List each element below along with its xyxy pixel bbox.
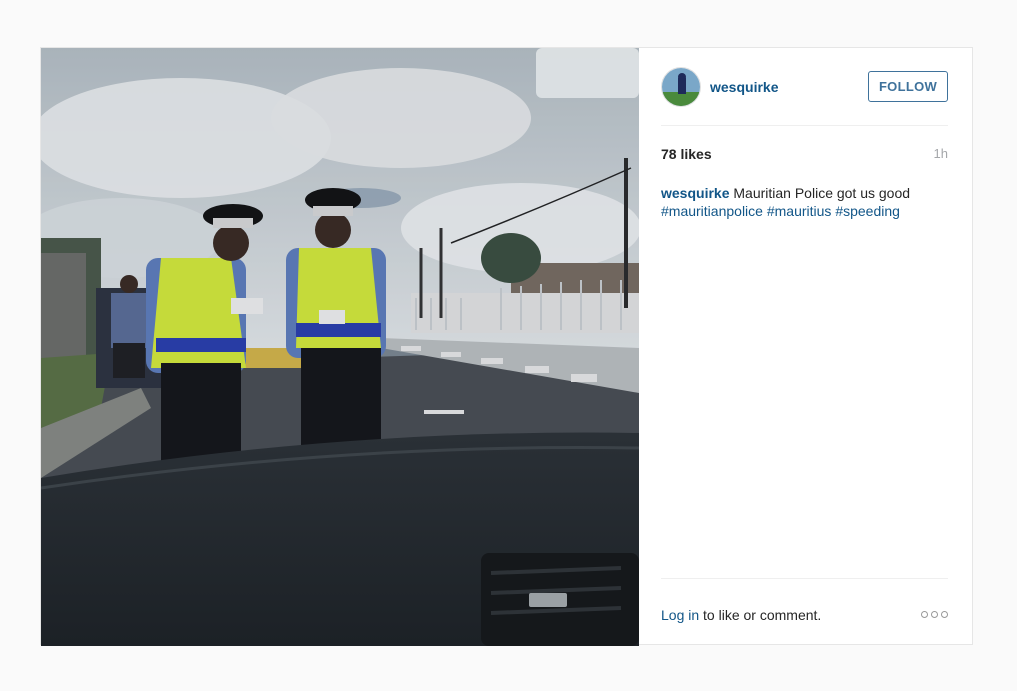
avatar-image-icon: [662, 67, 700, 106]
avatar[interactable]: [661, 66, 701, 107]
login-prompt: Log in to like or comment.: [661, 605, 921, 623]
login-prompt-text: to like or comment.: [699, 607, 822, 623]
caption-text: Mauritian Police got us good: [733, 185, 911, 201]
post-header: wesquirke FOLLOW: [661, 48, 948, 126]
hashtag-link[interactable]: #mauritianpolice: [661, 203, 763, 219]
likes-count[interactable]: 78 likes: [661, 146, 712, 162]
caption-username-link[interactable]: wesquirke: [661, 185, 729, 201]
post-sidebar: wesquirke FOLLOW 78 likes 1h wesquirke M…: [639, 48, 972, 644]
post-footer: Log in to like or comment.: [661, 578, 948, 649]
post-timestamp[interactable]: 1h: [934, 146, 948, 162]
post-caption: wesquirke Mauritian Police got us good #…: [661, 184, 948, 220]
post-meta: 78 likes 1h: [661, 146, 948, 162]
hashtag-link[interactable]: #mauritius: [767, 203, 832, 219]
more-options-icon[interactable]: [921, 610, 948, 618]
hashtag-link[interactable]: #speeding: [835, 203, 900, 219]
post-card: wesquirke FOLLOW 78 likes 1h wesquirke M…: [40, 47, 973, 646]
username-link[interactable]: wesquirke: [710, 79, 868, 95]
post-photo[interactable]: [41, 48, 639, 646]
follow-button[interactable]: FOLLOW: [868, 71, 948, 102]
login-link[interactable]: Log in: [661, 607, 699, 623]
post-photo-illustration: [41, 48, 639, 646]
